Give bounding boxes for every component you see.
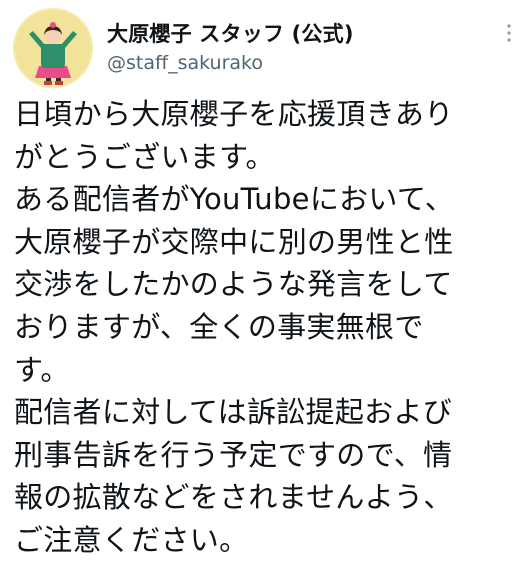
avatar[interactable] xyxy=(13,8,93,88)
tweet-text-line: おりますが、全くの事実無根で xyxy=(14,309,424,344)
tweet-card: 大原櫻子 スタッフ (公式) @staff_sakurako 日頃から大原櫻子を… xyxy=(0,0,526,582)
tweet-text-line: 配信者に対しては訴訟提起および xyxy=(14,395,453,430)
more-options-icon[interactable] xyxy=(502,20,516,50)
tweet-text-line: 大原櫻子が交際中に別の男性と性 xyxy=(14,224,454,259)
avatar-image xyxy=(13,8,93,88)
tweet-text: 日頃から大原櫻子を応援頂きあり がとうございます。 ある配信者がYouTubeに… xyxy=(14,93,522,562)
tweet-text-line: す。 xyxy=(14,352,70,387)
author-name-row[interactable]: 大原櫻子 スタッフ (公式) xyxy=(107,18,354,48)
tweet-text-line: 交渉をしたかのような発言をして xyxy=(14,267,453,302)
tweet-text-line: ある配信者がYouTubeにおいて、 xyxy=(14,182,455,217)
author-handle[interactable]: @staff_sakurako xyxy=(107,52,263,74)
author-display-name[interactable]: 大原櫻子 スタッフ (公式) xyxy=(107,18,354,48)
tweet-text-line: 日頃から大原櫻子を応援頂きあり xyxy=(14,97,454,131)
tweet-text-line: がとうございます。 xyxy=(14,139,275,174)
tweet-text-line: 刑事告訴を行う予定ですので、情 xyxy=(14,437,453,472)
tweet-text-line: ご注意ください。 xyxy=(14,522,249,557)
tweet-text-line: 報の拡散などをされませんよう、 xyxy=(14,480,453,515)
